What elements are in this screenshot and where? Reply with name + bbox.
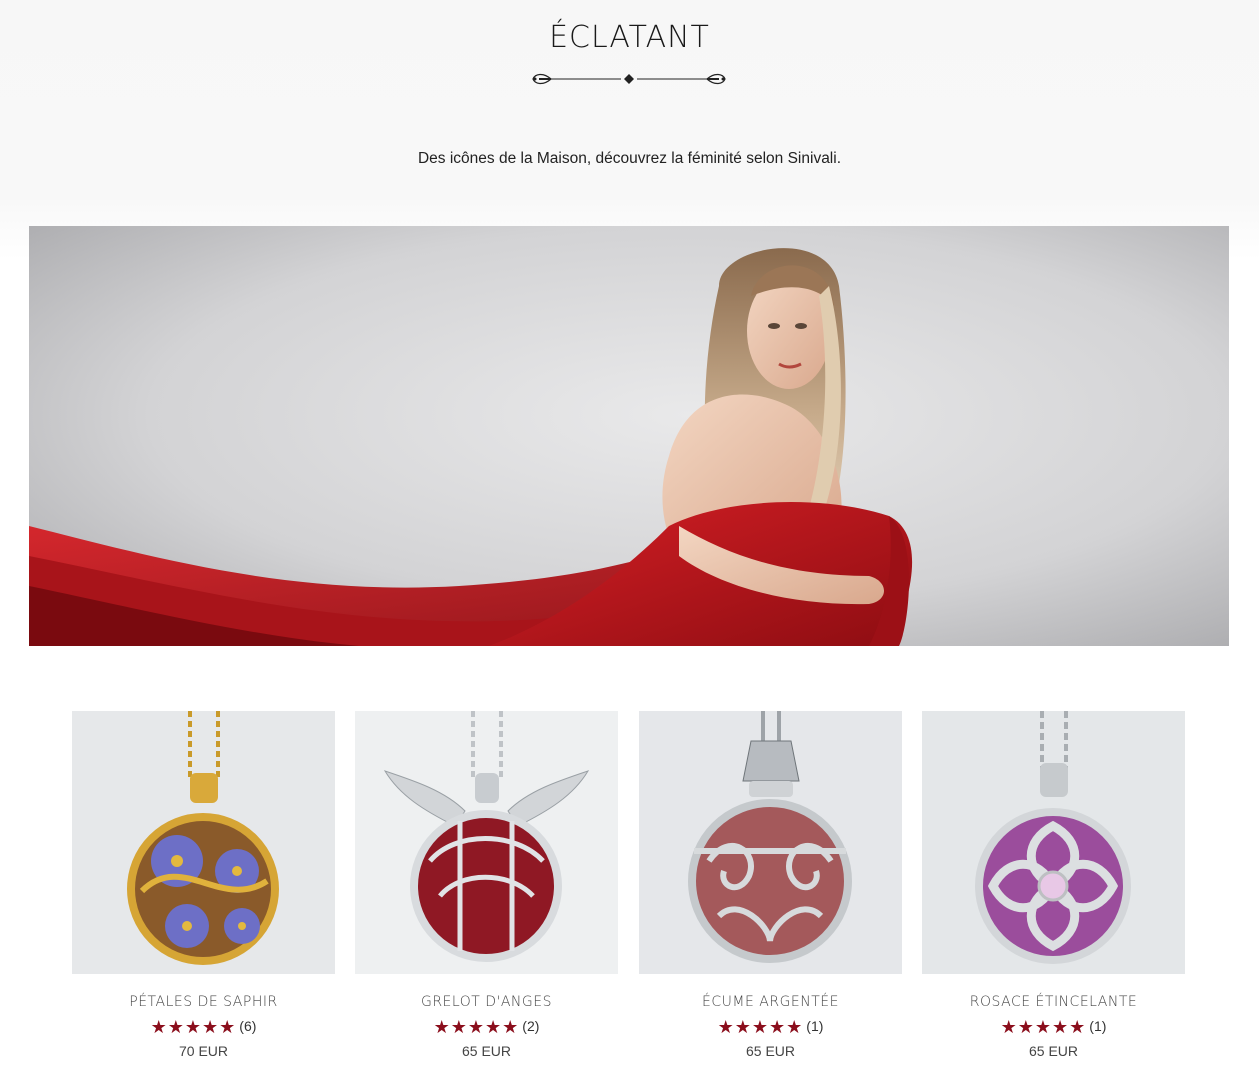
review-count: (1) [1089, 1018, 1107, 1034]
product-price: 65 EUR [745, 1043, 796, 1059]
section-title: ÉCLATANT [549, 20, 710, 55]
product-rating: ★★★★★ (1) [639, 1015, 902, 1038]
star-rating-icon: ★★★★★ [150, 1017, 237, 1037]
product-price: 70 EUR [178, 1043, 229, 1059]
product-grid: PÉTALES DE SAPHIR ★★★★★ (6) 70 EUR GRELOT… [72, 711, 1185, 1071]
section-subtitle: Des icônes de la Maison, découvrez la fé… [417, 150, 842, 167]
silver-filigree-pendant-image [639, 711, 902, 974]
product-rating: ★★★★★ (1) [922, 1015, 1185, 1038]
product-rating: ★★★★★ (6) [72, 1015, 335, 1038]
ornament-divider-icon [532, 73, 726, 85]
star-rating-icon: ★★★★★ [433, 1017, 520, 1037]
star-rating-icon: ★★★★★ [1000, 1017, 1087, 1037]
review-count: (1) [806, 1018, 824, 1034]
product-name[interactable]: PÉTALES DE SAPHIR [72, 994, 335, 1010]
product-card[interactable]: ROSACE ÉTINCELANTE ★★★★★ (1) 65 EUR [922, 711, 1185, 1059]
product-card[interactable]: ÉCUME ARGENTÉE ★★★★★ (1) 65 EUR [639, 711, 902, 1059]
product-price: 65 EUR [1028, 1043, 1079, 1059]
product-name[interactable]: GRELOT D'ANGES [355, 994, 618, 1010]
product-rating: ★★★★★ (2) [355, 1015, 618, 1038]
product-name[interactable]: ÉCUME ARGENTÉE [639, 994, 902, 1010]
silver-winged-red-pendant-image [355, 711, 618, 974]
gold-blue-flower-pendant-image [72, 711, 335, 974]
product-name[interactable]: ROSACE ÉTINCELANTE [922, 994, 1185, 1010]
product-card[interactable]: PÉTALES DE SAPHIR ★★★★★ (6) 70 EUR [72, 711, 335, 1059]
star-rating-icon: ★★★★★ [717, 1017, 804, 1037]
hero-banner[interactable] [29, 226, 1229, 646]
product-price: 65 EUR [461, 1043, 512, 1059]
product-card[interactable]: GRELOT D'ANGES ★★★★★ (2) 65 EUR [355, 711, 618, 1059]
review-count: (2) [522, 1018, 540, 1034]
review-count: (6) [239, 1018, 257, 1034]
silver-purple-rosette-pendant-image [922, 711, 1185, 974]
hero-model-red-dress-image [29, 226, 1229, 646]
